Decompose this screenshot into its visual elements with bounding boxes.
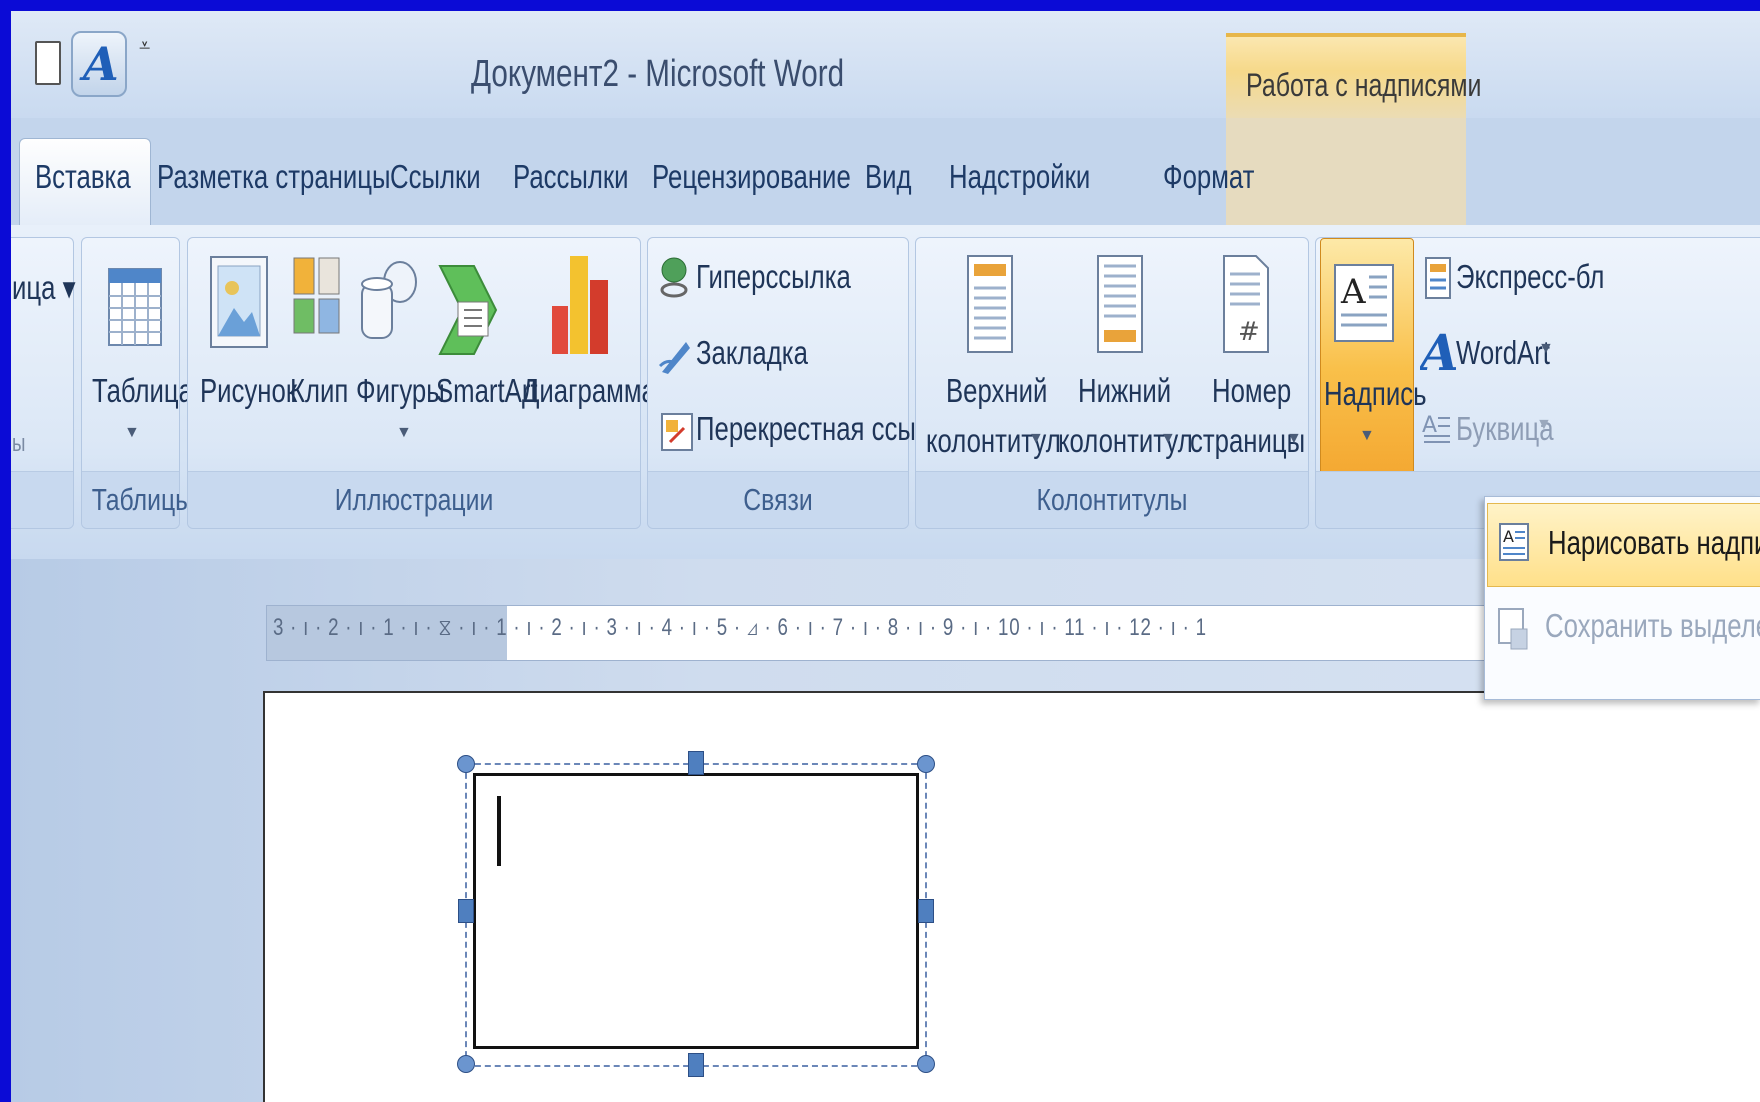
table-dropdown-icon[interactable]: ▼ bbox=[124, 424, 140, 442]
textbox-dropdown-icon: ▼ bbox=[1359, 427, 1375, 444]
footer-button-line1[interactable]: Нижний bbox=[1078, 372, 1171, 410]
wordart-icon: A bbox=[1416, 323, 1459, 382]
word-app-icon[interactable]: A bbox=[71, 31, 127, 97]
quick-access-toolbar: A ⩡ bbox=[11, 17, 151, 109]
title-bar: A ⩡ Документ2 - Microsoft Word Работа с … bbox=[11, 11, 1760, 122]
table-icon bbox=[108, 268, 162, 346]
resize-handle-top-right[interactable] bbox=[917, 755, 935, 773]
save-selection-icon bbox=[1497, 607, 1529, 656]
group-label-links: Связи bbox=[743, 482, 813, 517]
page-number-icon: # bbox=[1222, 254, 1270, 359]
wordart-button[interactable]: WordArt bbox=[1456, 334, 1550, 372]
tab-addins[interactable]: Надстройки bbox=[949, 158, 1090, 196]
footer-icon bbox=[1096, 254, 1144, 359]
partial-label: ы bbox=[12, 430, 26, 457]
group-label-tables: Таблицы bbox=[91, 482, 193, 517]
bookmark-button[interactable]: Закладка bbox=[696, 334, 808, 372]
menu-item-draw-textbox[interactable]: A Нарисовать надпис bbox=[1487, 503, 1760, 587]
draw-textbox-icon: A bbox=[1498, 522, 1530, 567]
resize-handle-bottom-left[interactable] bbox=[457, 1055, 475, 1073]
shapes-button[interactable]: Фигуры bbox=[356, 372, 445, 410]
word-window: A ⩡ Документ2 - Microsoft Word Работа с … bbox=[11, 11, 1760, 1102]
page-number-button-line1[interactable]: Номер bbox=[1212, 372, 1291, 410]
ruler-ticks: 3 · ı · 2 · ı · 1 · ı · ⧖ · ı · 1 · ı · … bbox=[273, 614, 1207, 641]
textbox[interactable] bbox=[473, 773, 919, 1049]
new-document-icon[interactable] bbox=[35, 41, 61, 85]
tab-page-layout[interactable]: Разметка страницы bbox=[157, 158, 391, 196]
group-links: Гиперссылка Закладка Перекрестная ссылка… bbox=[647, 237, 957, 529]
textbox-dropdown-menu: A Нарисовать надпис Сохранить выделен bbox=[1484, 496, 1760, 700]
window-title: Документ2 - Microsoft Word bbox=[471, 53, 845, 95]
quick-parts-button[interactable]: Экспресс-бл bbox=[1456, 258, 1604, 296]
picture-button[interactable]: Рисунок bbox=[200, 372, 297, 410]
text-caret bbox=[497, 796, 501, 866]
svg-text:#: # bbox=[1238, 317, 1260, 347]
save-selection-label[interactable]: Сохранить выделен bbox=[1545, 607, 1760, 645]
svg-text:A: A bbox=[1422, 413, 1437, 438]
group-tables: Таблица ▼ Таблицы bbox=[81, 237, 193, 529]
table-button[interactable]: Таблица bbox=[92, 372, 193, 410]
textbox-button[interactable]: A Надпись ▼ bbox=[1320, 238, 1427, 476]
textbox-icon: A bbox=[1333, 263, 1395, 348]
chart-button[interactable]: Диаграмма bbox=[522, 372, 656, 410]
group-header-footer: # Верхний колонтитул ▼ Нижний колонтитул… bbox=[915, 237, 1309, 529]
header-icon bbox=[966, 254, 1014, 359]
resize-handle-top-left[interactable] bbox=[457, 755, 475, 773]
resize-handle-bottom[interactable] bbox=[688, 1053, 704, 1077]
hyperlink-icon bbox=[658, 256, 692, 305]
picture-icon bbox=[210, 256, 268, 353]
wordart-dropdown-icon[interactable]: ▼ bbox=[1538, 340, 1554, 358]
group-pages-partial: ица ▾ ы bbox=[11, 237, 76, 529]
partial-button-label[interactable]: ица ▾ bbox=[12, 268, 76, 307]
quick-parts-icon bbox=[1424, 256, 1452, 305]
group-illustrations: Рисунок Клип Фигуры ▼ SmartArt Диаграмма… bbox=[187, 237, 656, 529]
format-tab-background bbox=[1226, 118, 1466, 225]
dropcap-icon: A bbox=[1422, 410, 1452, 451]
textbox-label: Надпись bbox=[1324, 375, 1427, 412]
ribbon-tabs: Вставка Разметка страницы Ссылки Рассылк… bbox=[11, 118, 1760, 231]
tab-mailings[interactable]: Рассылки bbox=[513, 158, 629, 196]
resize-handle-left[interactable] bbox=[458, 899, 474, 923]
page-number-dropdown-icon[interactable]: ▼ bbox=[1286, 430, 1302, 448]
header-dropdown-icon[interactable]: ▼ bbox=[1028, 430, 1044, 448]
resize-handle-right[interactable] bbox=[918, 899, 934, 923]
bookmark-icon bbox=[658, 336, 692, 381]
svg-text:A: A bbox=[1340, 272, 1366, 312]
tab-review[interactable]: Рецензирование bbox=[652, 158, 851, 196]
tab-references[interactable]: Ссылки bbox=[390, 158, 481, 196]
shapes-dropdown-icon[interactable]: ▼ bbox=[396, 424, 412, 442]
shapes-icon bbox=[356, 254, 420, 359]
svg-text:A: A bbox=[1503, 527, 1514, 546]
draw-textbox-label: Нарисовать надпис bbox=[1548, 524, 1760, 561]
hyperlink-button[interactable]: Гиперссылка bbox=[696, 258, 851, 296]
smartart-icon bbox=[438, 262, 500, 363]
tab-view[interactable]: Вид bbox=[865, 158, 912, 196]
group-label-header-footer: Колонтитулы bbox=[1036, 482, 1188, 517]
chart-icon bbox=[550, 250, 612, 361]
customize-qat-icon[interactable]: ⩡ bbox=[139, 35, 150, 58]
svg-text:A: A bbox=[1420, 324, 1456, 376]
clip-button[interactable]: Клип bbox=[290, 372, 348, 410]
context-group-label: Работа с надписями bbox=[1246, 67, 1482, 103]
resize-handle-bottom-right[interactable] bbox=[917, 1055, 935, 1073]
dropcap-dropdown-icon[interactable]: ▼ bbox=[1536, 416, 1552, 434]
resize-handle-top[interactable] bbox=[688, 751, 704, 775]
context-tool-group: Работа с надписями bbox=[1226, 33, 1481, 122]
tab-insert[interactable]: Вставка bbox=[35, 158, 131, 196]
group-label-illustrations: Иллюстрации bbox=[334, 482, 494, 517]
cross-reference-icon bbox=[660, 412, 694, 457]
horizontal-ruler[interactable]: 3 · ı · 2 · ı · 1 · ı · ⧖ · ı · 1 · ı · … bbox=[266, 605, 1488, 661]
group-text: A Надпись ▼ Экспресс-бл A WordArt ▼ A Бу… bbox=[1315, 237, 1760, 529]
clip-icon bbox=[292, 256, 342, 341]
document-page[interactable] bbox=[263, 691, 1760, 1102]
footer-dropdown-icon[interactable]: ▼ bbox=[1160, 430, 1176, 448]
tab-format[interactable]: Формат bbox=[1163, 158, 1254, 196]
header-button-line1[interactable]: Верхний bbox=[946, 372, 1047, 410]
